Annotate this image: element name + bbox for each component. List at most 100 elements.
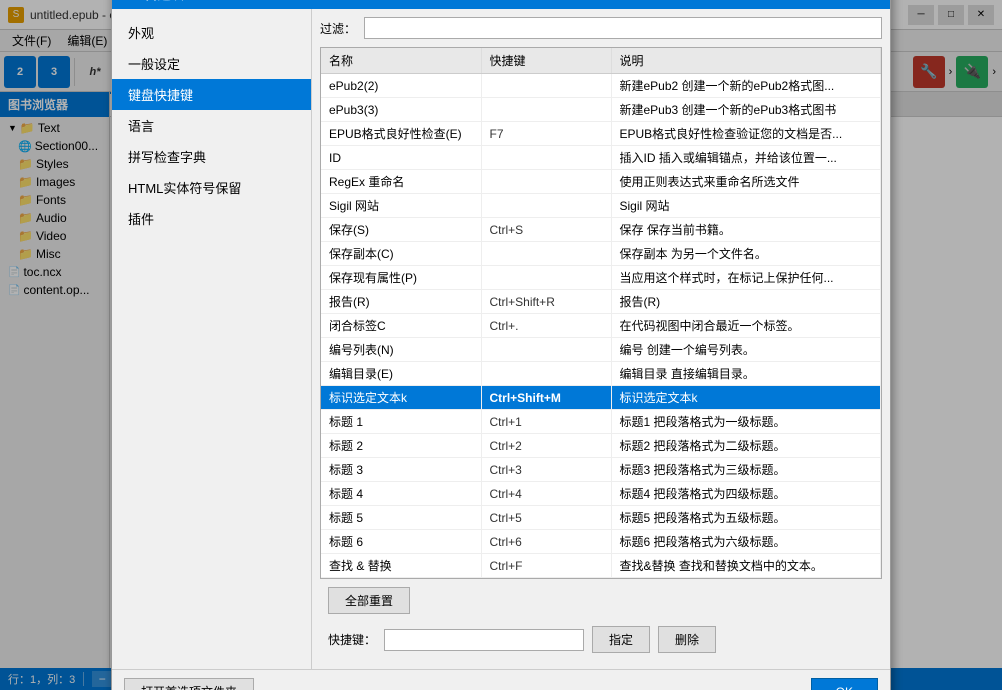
col-desc[interactable]: 说明 xyxy=(611,48,881,74)
cell-name: 报告(R) xyxy=(321,290,481,314)
cell-name: 标题 4 xyxy=(321,482,481,506)
cell-desc: EPUB格式良好性检查验证您的文档是否... xyxy=(611,122,881,146)
table-row[interactable]: 标题 6Ctrl+6标题6 把段落格式为六级标题。 xyxy=(321,530,881,554)
shortcut-input[interactable] xyxy=(384,629,584,651)
col-shortcut[interactable]: 快捷键 xyxy=(481,48,611,74)
table-row[interactable]: 保存副本(C)保存副本 为另一个文件名。 xyxy=(321,242,881,266)
cell-shortcut xyxy=(481,338,611,362)
shortcuts-table: 名称 快捷键 说明 ePub2(2)新建ePub2 创建一个新的ePub2格式图… xyxy=(321,48,881,578)
table-row[interactable]: 保存现有属性(P)当应用这个样式时，在标记上保护任何... xyxy=(321,266,881,290)
preferences-dialog: ⚙ 首选项 ✕ 外观 一般设定 键盘快捷键 语言 拼写检查字典 HTML实体符号… xyxy=(111,0,891,690)
table-row[interactable]: ID 插入ID 插入或编辑锚点，并给该位置一... xyxy=(321,146,881,170)
cell-desc: 标题5 把段落格式为五级标题。 xyxy=(611,506,881,530)
cell-desc: 插入ID 插入或编辑锚点，并给该位置一... xyxy=(611,146,881,170)
cell-name: 编号列表(N) xyxy=(321,338,481,362)
table-row[interactable]: 编辑目录(E)编辑目录 直接编辑目录。 xyxy=(321,362,881,386)
cell-desc: 新建ePub3 创建一个新的ePub3格式图书 xyxy=(611,98,881,122)
cell-shortcut: F7 xyxy=(481,122,611,146)
cell-desc: 标题3 把段落格式为三级标题。 xyxy=(611,458,881,482)
cell-shortcut: Ctrl+6 xyxy=(481,530,611,554)
table-row[interactable]: ePub3(3) 新建ePub3 创建一个新的ePub3格式图书 xyxy=(321,98,881,122)
pref-item-general[interactable]: 一般设定 xyxy=(112,48,311,79)
pref-item-keyboard[interactable]: 键盘快捷键 xyxy=(112,79,311,110)
cell-desc: 编辑目录 直接编辑目录。 xyxy=(611,362,881,386)
open-prefs-button[interactable]: 打开首选项文件夹 xyxy=(124,678,254,690)
table-row[interactable]: 标识选定文本kCtrl+Shift+M标识选定文本k xyxy=(321,386,881,410)
cell-shortcut: Ctrl+Shift+R xyxy=(481,290,611,314)
col-name[interactable]: 名称 xyxy=(321,48,481,74)
dialog-left-panel: 外观 一般设定 键盘快捷键 语言 拼写检查字典 HTML实体符号保留 插件 xyxy=(112,9,312,669)
pref-item-spellcheck[interactable]: 拼写检查字典 xyxy=(112,141,311,172)
table-row[interactable]: 标题 2Ctrl+2标题2 把段落格式为二级标题。 xyxy=(321,434,881,458)
table-row[interactable]: 报告(R)Ctrl+Shift+R报告(R) xyxy=(321,290,881,314)
cell-desc: 当应用这个样式时，在标记上保护任何... xyxy=(611,266,881,290)
cell-desc: 标题1 把段落格式为一级标题。 xyxy=(611,410,881,434)
cell-shortcut: Ctrl+5 xyxy=(481,506,611,530)
cell-name: Sigil 网站 xyxy=(321,194,481,218)
cell-shortcut: Ctrl+2 xyxy=(481,434,611,458)
dialog-title-icon: ⚙ xyxy=(124,0,137,2)
cell-desc: 编号 创建一个编号列表。 xyxy=(611,338,881,362)
dialog-right-panel: 过滤： 名称 快捷键 说明 ePub2(2 xyxy=(312,9,890,669)
table-row[interactable]: 闭合标签CCtrl+.在代码视图中闭合最近一个标签。 xyxy=(321,314,881,338)
cell-shortcut xyxy=(481,146,611,170)
dialog-body: 外观 一般设定 键盘快捷键 语言 拼写检查字典 HTML实体符号保留 插件 过滤… xyxy=(112,9,890,669)
reset-all-button[interactable]: 全部重置 xyxy=(328,587,410,614)
cell-name: EPUB格式良好性检查(E) xyxy=(321,122,481,146)
cell-desc: 标识选定文本k xyxy=(611,386,881,410)
pref-item-appearance[interactable]: 外观 xyxy=(112,17,311,48)
cell-name: 闭合标签C xyxy=(321,314,481,338)
bottom-area: 全部重置 快捷键： 指定 删除 xyxy=(320,579,882,661)
table-row[interactable]: 标题 1Ctrl+1标题1 把段落格式为一级标题。 xyxy=(321,410,881,434)
table-row[interactable]: 查找 & 替换Ctrl+F查找&替换 查找和替换文档中的文本。 xyxy=(321,554,881,578)
pref-item-html-entities[interactable]: HTML实体符号保留 xyxy=(112,172,311,203)
cell-desc: 标题4 把段落格式为四级标题。 xyxy=(611,482,881,506)
table-row[interactable]: 编号列表(N) 编号 创建一个编号列表。 xyxy=(321,338,881,362)
cell-shortcut xyxy=(481,242,611,266)
cell-shortcut xyxy=(481,98,611,122)
cell-desc: 在代码视图中闭合最近一个标签。 xyxy=(611,314,881,338)
cell-shortcut: Ctrl+1 xyxy=(481,410,611,434)
pref-item-language[interactable]: 语言 xyxy=(112,110,311,141)
cell-name: ID xyxy=(321,146,481,170)
cell-desc: 标题6 把段落格式为六级标题。 xyxy=(611,530,881,554)
filter-input[interactable] xyxy=(364,17,882,39)
cell-name: 标题 1 xyxy=(321,410,481,434)
table-row[interactable]: 标题 3Ctrl+3标题3 把段落格式为三级标题。 xyxy=(321,458,881,482)
cell-shortcut: Ctrl+. xyxy=(481,314,611,338)
cell-desc: 标题2 把段落格式为二级标题。 xyxy=(611,434,881,458)
cell-name: 标题 3 xyxy=(321,458,481,482)
table-row[interactable]: RegEx 重命名使用正则表达式来重命名所选文件 xyxy=(321,170,881,194)
shortcuts-table-container[interactable]: 名称 快捷键 说明 ePub2(2)新建ePub2 创建一个新的ePub2格式图… xyxy=(320,47,882,579)
cell-shortcut xyxy=(481,194,611,218)
dialog-footer: 打开首选项文件夹 OK xyxy=(112,669,890,690)
cell-name: 保存(S) xyxy=(321,218,481,242)
table-row[interactable]: 标题 5Ctrl+5标题5 把段落格式为五级标题。 xyxy=(321,506,881,530)
cell-shortcut xyxy=(481,74,611,98)
cell-shortcut: Ctrl+F xyxy=(481,554,611,578)
ok-button[interactable]: OK xyxy=(811,678,878,690)
table-row[interactable]: ePub2(2)新建ePub2 创建一个新的ePub2格式图... xyxy=(321,74,881,98)
shortcut-row: 快捷键： 指定 删除 xyxy=(328,626,874,653)
cell-name: 保存副本(C) xyxy=(321,242,481,266)
cell-desc: 报告(R) xyxy=(611,290,881,314)
pref-item-plugins[interactable]: 插件 xyxy=(112,203,311,234)
table-row[interactable]: 标题 4Ctrl+4标题4 把段落格式为四级标题。 xyxy=(321,482,881,506)
cell-desc: Sigil 网站 xyxy=(611,194,881,218)
table-row[interactable]: EPUB格式良好性检查(E)F7EPUB格式良好性检查验证您的文档是否... xyxy=(321,122,881,146)
cell-name: ePub3(3) xyxy=(321,98,481,122)
cell-name: 标识选定文本k xyxy=(321,386,481,410)
cell-shortcut xyxy=(481,170,611,194)
dialog-close-button[interactable]: ✕ xyxy=(854,0,878,5)
reset-row: 全部重置 xyxy=(328,587,874,614)
cell-name: 标题 6 xyxy=(321,530,481,554)
assign-button[interactable]: 指定 xyxy=(592,626,650,653)
delete-button[interactable]: 删除 xyxy=(658,626,716,653)
table-row[interactable]: Sigil 网站 Sigil 网站 xyxy=(321,194,881,218)
dialog-title-bar: ⚙ 首选项 ✕ xyxy=(112,0,890,9)
modal-overlay: ⚙ 首选项 ✕ 外观 一般设定 键盘快捷键 语言 拼写检查字典 HTML实体符号… xyxy=(0,0,1002,690)
dialog-title-text: 首选项 xyxy=(145,0,854,3)
cell-desc: 使用正则表达式来重命名所选文件 xyxy=(611,170,881,194)
table-row[interactable]: 保存(S)Ctrl+S保存 保存当前书籍。 xyxy=(321,218,881,242)
cell-shortcut: Ctrl+3 xyxy=(481,458,611,482)
